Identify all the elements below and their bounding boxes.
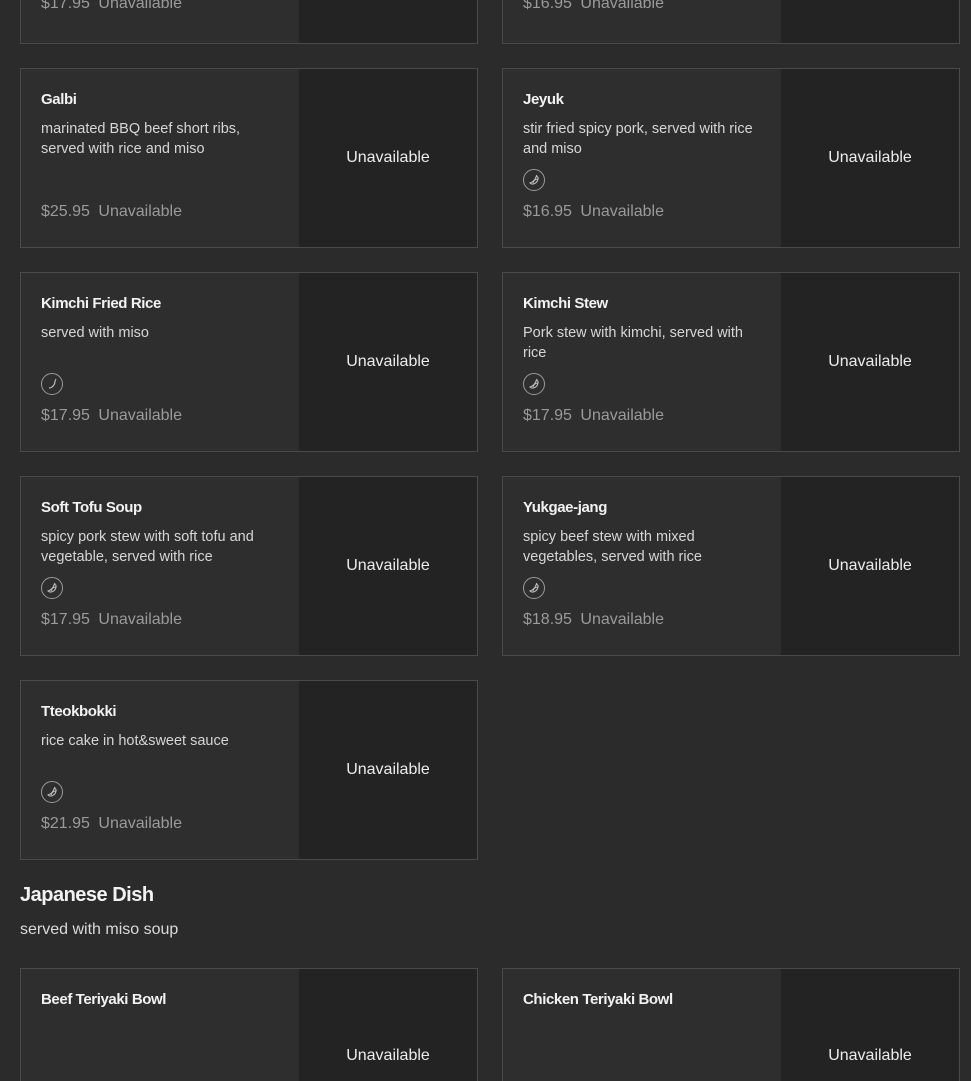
menu-item-name: Jeyuk [523, 91, 564, 108]
menu-item-price-row: $17.95 Unavailable [523, 407, 664, 425]
menu-item-info: Tteokbokki rice cake in hot&sweet sauce … [21, 681, 299, 859]
menu-item-description: stir fried spicy pork, served with rice … [523, 121, 753, 157]
menu-item-name: Soft Tofu Soup [41, 499, 142, 516]
menu-item-status: Unavailable [98, 611, 182, 628]
menu-item-name: Chicken Teriyaki Bowl [523, 991, 673, 1008]
menu-item-chicken-teriyaki-bowl[interactable]: Chicken Teriyaki Bowl Unavailable [502, 968, 960, 1081]
menu-item-price: $17.95 [523, 407, 572, 424]
menu-item-description: served with miso [41, 325, 149, 341]
menu-item-price: $17.95 [41, 407, 90, 424]
unavailable-label: Unavailable [828, 1047, 912, 1064]
menu-item-name: Kimchi Stew [523, 295, 608, 312]
unavailable-label: Unavailable [346, 761, 430, 778]
unavailable-label: Unavailable [828, 353, 912, 370]
menu-item-status: Unavailable [98, 0, 182, 12]
menu-item-name: Tteokbokki [41, 703, 117, 720]
menu-item-image-placeholder: Unavailable [299, 681, 477, 859]
menu-item-status: Unavailable [580, 407, 664, 424]
menu-item-price: $16.95 [523, 0, 572, 12]
menu-item-price-row: $16.95 Unavailable [523, 203, 664, 221]
menu-item-kimchi-stew[interactable]: Kimchi Stew Pork stew with kimchi, serve… [502, 272, 960, 452]
menu-item-name: Kimchi Fried Rice [41, 295, 161, 312]
unavailable-label: Unavailable [346, 1047, 430, 1064]
menu-item-status: Unavailable [98, 203, 182, 220]
pepper-icon [41, 577, 63, 599]
menu-item-description: spicy pork stew with soft tofu and veget… [41, 529, 254, 565]
menu-item-status: Unavailable [580, 611, 664, 628]
menu-item-info: Soft Tofu Soup spicy pork stew with soft… [21, 477, 299, 655]
menu-item-price: $16.95 [523, 203, 572, 220]
unavailable-label: Unavailable [828, 149, 912, 166]
menu-item-price-row: $17.95 Unavailable [41, 611, 182, 629]
menu-item-info: Kimchi Fried Rice served with miso $17.9… [21, 273, 299, 451]
unavailable-label: Unavailable [828, 557, 912, 574]
unavailable-label: Unavailable [346, 353, 430, 370]
menu-item-status: Unavailable [98, 407, 182, 424]
menu-item-image-placeholder [781, 0, 959, 43]
pepper-icon [523, 577, 545, 599]
menu-item-info: Beef Teriyaki Bowl [21, 969, 299, 1081]
menu-item-info: Yukgae-jang spicy beef stew with mixed v… [503, 477, 781, 655]
menu-item-name: Galbi [41, 91, 77, 108]
pepper-icon [523, 373, 545, 395]
menu-item-info: Chicken Teriyaki Bowl [503, 969, 781, 1081]
pepper-icon [523, 169, 545, 191]
unavailable-label: Unavailable [346, 149, 430, 166]
menu-item-image-placeholder: Unavailable [299, 69, 477, 247]
menu-item-price: $25.95 [41, 203, 90, 220]
menu-item-name: Beef Teriyaki Bowl [41, 991, 167, 1008]
menu-item-beef-teriyaki-bowl[interactable]: Beef Teriyaki Bowl Unavailable [20, 968, 478, 1081]
menu-item-description: rice cake in hot&sweet sauce [41, 733, 229, 749]
pepper-icon [41, 781, 63, 803]
menu-item-yukgae-jang[interactable]: Yukgae-jang spicy beef stew with mixed v… [502, 476, 960, 656]
menu-item-price-row: $25.95 Unavailable [41, 203, 182, 221]
menu-item-price: $21.95 [41, 815, 90, 832]
menu-item-image-placeholder: Unavailable [781, 273, 959, 451]
menu-item-description: marinated BBQ beef short ribs, served wi… [41, 121, 241, 157]
menu-item-status: Unavailable [580, 203, 664, 220]
menu-item-kimchi-fried-rice[interactable]: Kimchi Fried Rice served with miso $17.9… [20, 272, 478, 452]
menu-item-image-placeholder [299, 0, 477, 43]
menu-item-galbi[interactable]: Galbi marinated BBQ beef short ribs, ser… [20, 68, 478, 248]
menu-item-price-row: $17.95 Unavailable [41, 0, 182, 13]
unavailable-label: Unavailable [346, 557, 430, 574]
menu-item-description: spicy beef stew with mixed vegetables, s… [523, 529, 702, 565]
menu-item-price: $18.95 [523, 611, 572, 628]
menu-item-name: Yukgae-jang [523, 499, 607, 516]
menu-item-image-placeholder: Unavailable [781, 69, 959, 247]
menu-item-soft-tofu-soup[interactable]: Soft Tofu Soup spicy pork stew with soft… [20, 476, 478, 656]
menu-item-image-placeholder: Unavailable [299, 969, 477, 1081]
section-title: Japanese Dish [20, 884, 154, 906]
menu-item-price-row: $21.95 Unavailable [41, 815, 182, 833]
menu-item-image-placeholder: Unavailable [781, 477, 959, 655]
menu-item-price-row: $18.95 Unavailable [523, 611, 664, 629]
menu-item-image-placeholder: Unavailable [299, 273, 477, 451]
menu-item-status: Unavailable [98, 815, 182, 832]
menu-item-card[interactable]: $16.95 Unavailable [502, 0, 960, 44]
menu-item-info: Galbi marinated BBQ beef short ribs, ser… [21, 69, 299, 247]
menu-item-card[interactable]: $17.95 Unavailable [20, 0, 478, 44]
menu-item-image-placeholder: Unavailable [299, 477, 477, 655]
menu-item-image-placeholder: Unavailable [781, 969, 959, 1081]
menu-item-jeyuk[interactable]: Jeyuk stir fried spicy pork, served with… [502, 68, 960, 248]
menu-item-price-row: $16.95 Unavailable [523, 0, 664, 13]
menu-item-price-row: $17.95 Unavailable [41, 407, 182, 425]
section-subtitle: served with miso soup [20, 921, 179, 938]
menu-item-info: $16.95 Unavailable [503, 0, 781, 43]
menu-item-description: Pork stew with kimchi, served with rice [523, 325, 743, 361]
pepper-icon [41, 373, 63, 395]
menu-item-price: $17.95 [41, 0, 90, 12]
menu-item-tteokbokki[interactable]: Tteokbokki rice cake in hot&sweet sauce … [20, 680, 478, 860]
menu-item-info: $17.95 Unavailable [21, 0, 299, 43]
menu-item-info: Jeyuk stir fried spicy pork, served with… [503, 69, 781, 247]
menu-item-info: Kimchi Stew Pork stew with kimchi, serve… [503, 273, 781, 451]
menu-item-price: $17.95 [41, 611, 90, 628]
menu-item-status: Unavailable [580, 0, 664, 12]
